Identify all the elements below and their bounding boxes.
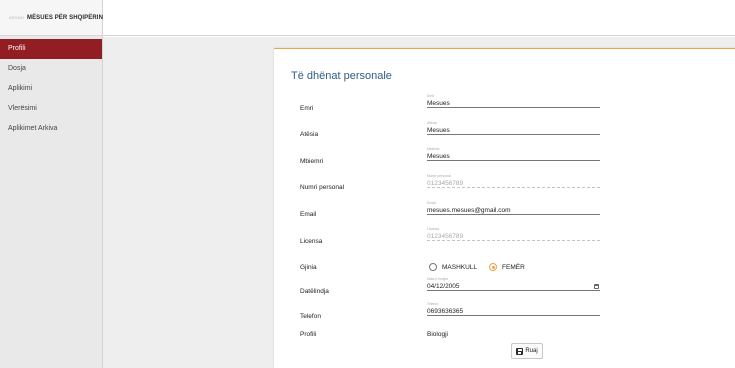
- main-content: Të dhënat personale Emri Emri Mesues Atë…: [103, 37, 735, 368]
- save-button-label[interactable]: Ruaj: [525, 348, 537, 354]
- sidebar-item-vleresimi[interactable]: Vlerësimi: [0, 99, 102, 119]
- sidebar-header: ARSIMI MËSUES PËR SHQIPËRINË: [0, 0, 107, 36]
- gender-radio-group: MASHKULL FEMËR: [429, 263, 537, 271]
- birthdate-field[interactable]: Data e lindjes 04/12/2005: [427, 277, 600, 291]
- floppy-disk-icon: [516, 347, 524, 355]
- phone-value[interactable]: 0693636365: [427, 307, 600, 316]
- sidebar-item-profili[interactable]: Profili: [0, 39, 102, 59]
- atesia-field[interactable]: Atësia Mesues: [427, 121, 600, 135]
- birthdate-value[interactable]: 04/12/2005: [427, 282, 600, 291]
- radio-femer-label[interactable]: FEMËR: [502, 264, 525, 271]
- label-datelindja: Datëlindja: [300, 288, 329, 295]
- numri-personal-value: 0123456789: [427, 179, 600, 188]
- label-email: Email: [300, 211, 317, 218]
- profile-value: Biologji: [427, 331, 448, 338]
- numri-personal-field: Numri personal 0123456789: [427, 174, 600, 188]
- sidebar-item-aplikimet-arkiva[interactable]: Aplikimet Arkiva: [0, 119, 102, 139]
- mbiemri-value[interactable]: Mesues: [427, 152, 600, 161]
- licensa-field: Licensa 0123456789: [427, 227, 600, 241]
- atesia-value[interactable]: Mesues: [427, 126, 600, 135]
- label-emri: Emri: [300, 105, 314, 112]
- email-field[interactable]: Email mesues.mesues@gmail.com: [427, 201, 600, 215]
- save-button[interactable]: Ruaj: [511, 343, 543, 359]
- sidebar: ARSIMI MËSUES PËR SHQIPËRINË Profili Dos…: [0, 0, 107, 368]
- label-mbiemri: Mbiemri: [300, 158, 324, 165]
- sidebar-item-aplikimi[interactable]: Aplikimi: [0, 79, 102, 99]
- radio-mashkull-circle[interactable]: [429, 263, 437, 271]
- radio-mashkull[interactable]: MASHKULL: [429, 263, 477, 271]
- calendar-icon[interactable]: [594, 284, 599, 289]
- radio-femer[interactable]: FEMËR: [489, 263, 525, 271]
- logo: ARSIMI: [9, 15, 24, 20]
- radio-mashkull-label[interactable]: MASHKULL: [442, 264, 477, 271]
- brand-title[interactable]: MËSUES PËR SHQIPËRINË: [27, 15, 107, 21]
- emri-field[interactable]: Emri Mesues: [427, 94, 600, 108]
- licensa-value: 0123456789: [427, 232, 600, 241]
- mbiemri-field[interactable]: Mbiemri Mesues: [427, 147, 600, 161]
- label-numri-personal: Numri personal: [300, 184, 345, 191]
- card-title: Të dhënat personale: [291, 70, 392, 82]
- emri-value[interactable]: Mesues: [427, 99, 600, 108]
- personal-data-card: Të dhënat personale Emri Emri Mesues Atë…: [274, 48, 735, 368]
- sidebar-item-dosja[interactable]: Dosja: [0, 59, 102, 79]
- label-telefon: Telefon: [300, 313, 321, 320]
- email-value[interactable]: mesues.mesues@gmail.com: [427, 206, 600, 215]
- label-gjinia: Gjinia: [300, 264, 317, 271]
- top-bar: [103, 0, 735, 36]
- label-profili: Profili: [300, 331, 317, 338]
- label-atesia: Atësia: [300, 131, 319, 138]
- phone-field[interactable]: Telefon 0693636365: [427, 302, 600, 316]
- label-licensa: Licensa: [300, 238, 323, 245]
- radio-femer-circle[interactable]: [489, 263, 498, 271]
